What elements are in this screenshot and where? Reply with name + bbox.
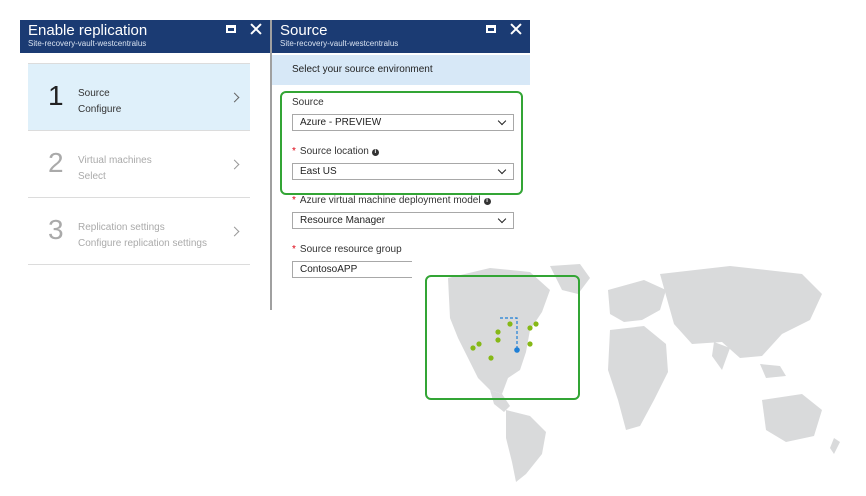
- step-subtitle: Configure replication settings: [78, 238, 207, 249]
- deployment-model-dropdown[interactable]: Resource Manager: [292, 212, 514, 229]
- chevron-right-icon: [229, 159, 240, 170]
- deployment-model-label: * Azure virtual machine deployment model i: [292, 195, 491, 206]
- resource-group-input[interactable]: ContosoAPP: [292, 261, 412, 278]
- step-subtitle: Configure: [78, 104, 122, 115]
- blade-subtitle: Site-recovery-vault-westcentralus: [280, 39, 399, 48]
- maximize-icon[interactable]: [226, 25, 236, 33]
- step-title: Source: [78, 88, 110, 99]
- resource-group-label: * Source resource group: [292, 244, 402, 255]
- enable-replication-blade: Enable replication Site-recovery-vault-w…: [20, 20, 272, 310]
- deployment-model-value: Resource Manager: [300, 215, 386, 226]
- close-icon[interactable]: [250, 23, 262, 35]
- blade-header: Source Site-recovery-vault-westcentralus: [272, 20, 530, 53]
- step-source[interactable]: 1 Source Configure: [28, 64, 250, 131]
- info-icon[interactable]: i: [483, 198, 491, 205]
- blade-subtitle: Site-recovery-vault-westcentralus: [28, 39, 147, 48]
- resource-group-value: ContosoAPP: [300, 264, 358, 275]
- chevron-right-icon: [229, 92, 240, 103]
- step-replication-settings[interactable]: 3 Replication settings Configure replica…: [28, 198, 250, 265]
- chevron-down-icon: [497, 214, 507, 224]
- chevron-right-icon: [229, 226, 240, 237]
- source-environment-banner: Select your source environment: [272, 55, 530, 85]
- source-fields-highlight: [280, 91, 523, 195]
- source-region-highlight: [425, 275, 580, 400]
- steps-list: 1 Source Configure 2 Virtual machines Se…: [28, 63, 250, 265]
- step-number: 3: [48, 214, 64, 245]
- step-subtitle: Select: [78, 171, 106, 182]
- step-title: Virtual machines: [78, 155, 152, 166]
- blade-header: Enable replication Site-recovery-vault-w…: [20, 20, 270, 53]
- maximize-icon[interactable]: [486, 25, 496, 33]
- step-number: 1: [48, 80, 64, 111]
- step-number: 2: [48, 147, 64, 178]
- close-icon[interactable]: [510, 23, 522, 35]
- step-title: Replication settings: [78, 222, 165, 233]
- step-virtual-machines[interactable]: 2 Virtual machines Select: [28, 131, 250, 198]
